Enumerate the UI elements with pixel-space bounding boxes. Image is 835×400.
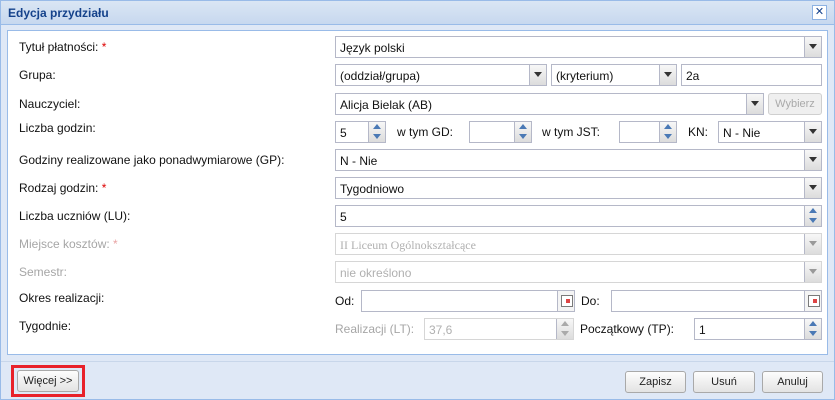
hours-spinner[interactable]: 5 (335, 121, 386, 143)
required-marker: * (101, 181, 107, 195)
gd-spinner[interactable] (469, 121, 532, 143)
spinner-arrows-icon[interactable] (368, 122, 385, 142)
required-marker: * (113, 237, 118, 251)
spinner-arrows-icon[interactable] (514, 122, 531, 142)
hours-type-label: Rodzaj godzin: * (19, 181, 107, 195)
cost-center-select[interactable]: II Liceum Ogólnokształcące (335, 233, 822, 255)
highlight-box (11, 365, 85, 397)
chevron-down-icon[interactable] (804, 234, 821, 254)
gd-label: w tym GD: (397, 125, 453, 139)
kn-select[interactable]: N - Nie (718, 121, 822, 143)
choose-button[interactable]: Wybierz (768, 93, 822, 115)
group-type-select[interactable]: (oddział/grupa) (335, 64, 547, 86)
from-date-field[interactable] (361, 290, 575, 312)
students-count-label: Liczba uczniów (LU): (19, 209, 131, 223)
spinner-arrows-icon[interactable] (804, 319, 821, 339)
gp-select[interactable]: N - Nie (335, 149, 822, 171)
realization-value: 37,6 (429, 323, 453, 337)
students-count-value: 5 (340, 210, 347, 224)
jst-spinner[interactable] (619, 121, 677, 143)
criterion-select[interactable]: (kryterium) (551, 64, 677, 86)
teacher-select[interactable]: Alicja Bielak (AB) (335, 93, 764, 115)
dialog-title: Edycja przydziału (8, 6, 109, 20)
calendar-icon[interactable] (804, 291, 821, 311)
dialog-titlebar: Edycja przydziału ✕ (1, 1, 834, 25)
payment-title-label: Tytuł płatności: * (19, 40, 107, 54)
cost-center-value: II Liceum Ogólnokształcące (340, 238, 476, 252)
semester-label: Semestr: (19, 265, 68, 279)
hours-label: Liczba godzin: (19, 121, 96, 135)
save-button[interactable]: Zapisz (625, 371, 686, 393)
students-count-spinner[interactable]: 5 (335, 205, 822, 227)
spinner-arrows-icon[interactable] (659, 122, 676, 142)
required-marker: * (101, 40, 107, 54)
initial-week-spinner[interactable]: 1 (694, 318, 822, 340)
jst-label: w tym JST: (542, 125, 601, 139)
cost-center-label: Miejsce kosztów: * (19, 237, 118, 251)
to-date-field[interactable] (611, 290, 822, 312)
chevron-down-icon[interactable] (746, 94, 763, 114)
initial-week-label: Początkowy (TP): (580, 322, 675, 336)
chevron-down-icon[interactable] (804, 262, 821, 282)
from-label: Od: (335, 294, 355, 308)
gp-value: N - Nie (340, 154, 378, 168)
chevron-down-icon[interactable] (804, 122, 821, 142)
payment-title-select[interactable]: Język polski (335, 36, 822, 58)
kn-value: N - Nie (723, 126, 761, 140)
teacher-label: Nauczyciel: (19, 97, 81, 111)
spinner-arrows-icon[interactable] (556, 319, 573, 339)
footer-divider (1, 361, 834, 362)
hours-type-select[interactable]: Tygodniowo (335, 177, 822, 199)
teacher-value: Alicja Bielak (AB) (340, 98, 433, 112)
period-label: Okres realizacji: (19, 291, 105, 305)
initial-week-value: 1 (699, 323, 706, 337)
group-label: Grupa: (19, 68, 56, 82)
weeks-label: Tygodnie: (19, 319, 72, 333)
group-name-input[interactable]: 2a (681, 64, 822, 86)
close-icon[interactable]: ✕ (812, 5, 827, 20)
hours-type-value: Tygodniowo (340, 182, 405, 196)
cancel-button[interactable]: Anuluj (762, 371, 823, 393)
realization-label: Realizacji (LT): (335, 322, 415, 336)
gp-label: Godziny realizowane jako ponadwymiarowe … (19, 153, 285, 167)
semester-select[interactable]: nie określono (335, 261, 822, 283)
payment-title-value: Język polski (340, 41, 405, 55)
chevron-down-icon[interactable] (804, 178, 821, 198)
semester-value: nie określono (340, 266, 412, 280)
group-type-value: (oddział/grupa) (340, 69, 421, 83)
edit-assignment-dialog: Edycja przydziału ✕ Tytuł płatności: * J… (0, 0, 835, 400)
chevron-down-icon[interactable] (804, 37, 821, 57)
chevron-down-icon[interactable] (529, 65, 546, 85)
to-label: Do: (581, 294, 600, 308)
chevron-down-icon[interactable] (804, 150, 821, 170)
hours-value: 5 (340, 126, 347, 140)
delete-button[interactable]: Usuń (693, 371, 755, 393)
calendar-icon[interactable] (557, 291, 574, 311)
chevron-down-icon[interactable] (659, 65, 676, 85)
criterion-value: (kryterium) (556, 69, 614, 83)
kn-label: KN: (688, 125, 709, 139)
realization-spinner[interactable]: 37,6 (424, 318, 574, 340)
group-name-value: 2a (686, 69, 700, 83)
spinner-arrows-icon[interactable] (804, 206, 821, 226)
